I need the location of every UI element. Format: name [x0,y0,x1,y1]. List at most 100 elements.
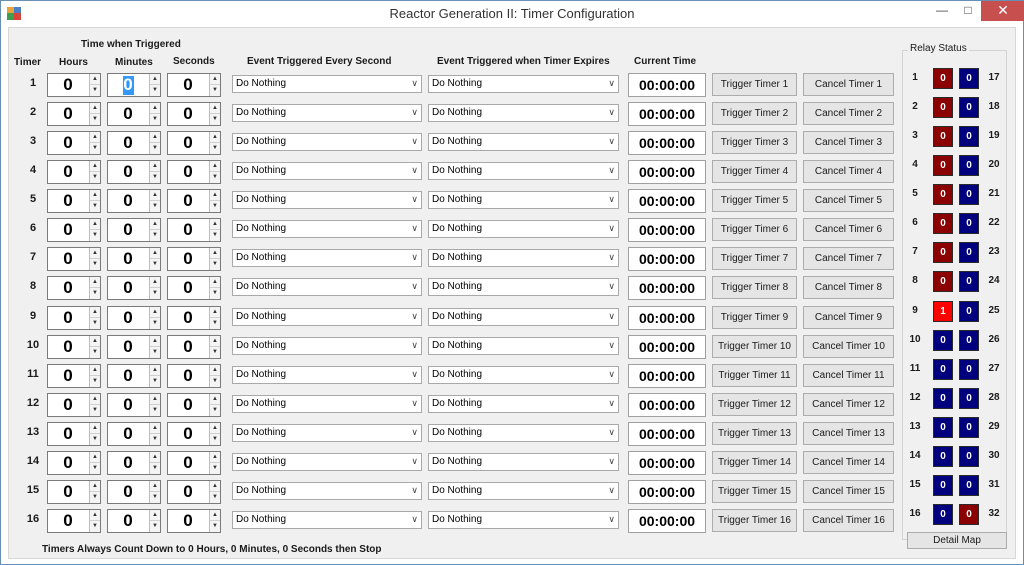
event-expire-dropdown[interactable]: Do Nothing ∨ [428,278,619,297]
minutes-value[interactable]: 0 [108,366,148,386]
event-second-dropdown[interactable]: Do Nothing ∨ [232,249,422,268]
minutes-value[interactable]: 0 [108,511,148,531]
minutes-spinner[interactable]: 0 ▲ ▼ [107,421,161,446]
spin-up-icon[interactable]: ▲ [210,248,220,260]
chevron-down-icon[interactable]: ∨ [411,78,418,89]
minimize-button[interactable]: — [929,1,955,21]
chevron-down-icon[interactable]: ∨ [411,281,418,292]
spin-down-icon[interactable]: ▼ [210,288,220,299]
hours-spinner[interactable]: 0 ▲ ▼ [47,509,101,534]
hours-value[interactable]: 0 [48,424,88,444]
minutes-spinner[interactable]: 0 ▲ ▼ [107,131,161,156]
hours-spinner[interactable]: 0 ▲ ▼ [47,421,101,446]
spin-up-icon[interactable]: ▲ [150,132,160,144]
spin-up-icon[interactable]: ▲ [210,510,220,522]
trigger-timer-button[interactable]: Trigger Timer 11 [712,363,797,387]
event-expire-dropdown[interactable]: Do Nothing ∨ [428,104,619,123]
trigger-timer-button[interactable]: Trigger Timer 16 [712,509,797,533]
trigger-timer-button[interactable]: Trigger Timer 12 [712,392,797,416]
seconds-spinner[interactable]: 0 ▲ ▼ [167,218,221,243]
spin-up-icon[interactable]: ▲ [210,336,220,347]
spin-up-icon[interactable]: ▲ [90,248,100,260]
trigger-timer-button[interactable]: Trigger Timer 2 [712,102,797,126]
seconds-value[interactable]: 0 [168,220,208,240]
seconds-value[interactable]: 0 [168,104,208,124]
hours-value[interactable]: 0 [48,75,88,95]
spin-down-icon[interactable]: ▼ [210,230,220,241]
spin-up-icon[interactable]: ▲ [90,394,100,405]
minutes-spinner[interactable]: 0 ▲ ▼ [107,450,161,475]
seconds-spinner[interactable]: 0 ▲ ▼ [167,102,221,127]
chevron-down-icon[interactable]: ∨ [411,252,418,263]
seconds-value[interactable]: 0 [168,482,208,502]
spin-down-icon[interactable]: ▼ [90,230,100,241]
minutes-value[interactable]: 0 [108,278,148,298]
chevron-down-icon[interactable]: ∨ [608,223,615,234]
seconds-value[interactable]: 0 [168,453,208,473]
minutes-value[interactable]: 0 [108,133,148,153]
chevron-down-icon[interactable]: ∨ [411,398,418,409]
spin-down-icon[interactable]: ▼ [210,85,220,96]
maximize-button[interactable]: □ [955,1,981,21]
spin-down-icon[interactable]: ▼ [210,318,220,329]
spin-down-icon[interactable]: ▼ [210,347,220,358]
spin-down-icon[interactable]: ▼ [150,259,160,270]
cancel-timer-button[interactable]: Cancel Timer 12 [803,392,894,416]
spin-down-icon[interactable]: ▼ [210,463,220,474]
spin-down-icon[interactable]: ▼ [150,114,160,125]
cancel-timer-button[interactable]: Cancel Timer 3 [803,131,894,155]
event-expire-dropdown[interactable]: Do Nothing ∨ [428,423,619,442]
event-second-dropdown[interactable]: Do Nothing ∨ [232,481,422,500]
spin-up-icon[interactable]: ▲ [210,423,220,434]
chevron-down-icon[interactable]: ∨ [608,281,615,292]
spin-up-icon[interactable]: ▲ [150,452,160,463]
cancel-timer-button[interactable]: Cancel Timer 2 [803,102,894,126]
event-second-dropdown[interactable]: Do Nothing ∨ [232,133,422,152]
hours-value[interactable]: 0 [48,133,88,153]
spin-up-icon[interactable]: ▲ [90,103,100,115]
spin-down-icon[interactable]: ▼ [150,521,160,532]
spin-up-icon[interactable]: ▲ [90,219,100,231]
hours-value[interactable]: 0 [48,482,88,502]
event-second-dropdown[interactable]: Do Nothing ∨ [232,365,422,384]
spin-up-icon[interactable]: ▲ [150,481,160,492]
seconds-spinner[interactable]: 0 ▲ ▼ [167,276,221,301]
hours-value[interactable]: 0 [48,278,88,298]
seconds-value[interactable]: 0 [168,337,208,357]
event-expire-dropdown[interactable]: Do Nothing ∨ [428,481,619,500]
seconds-spinner[interactable]: 0 ▲ ▼ [167,509,221,534]
spin-down-icon[interactable]: ▼ [210,201,220,212]
seconds-value[interactable]: 0 [168,249,208,269]
event-second-dropdown[interactable]: Do Nothing ∨ [232,104,422,123]
spin-down-icon[interactable]: ▼ [210,259,220,270]
spin-up-icon[interactable]: ▲ [150,423,160,434]
event-second-dropdown[interactable]: Do Nothing ∨ [232,162,422,181]
minutes-value[interactable]: 0 [108,104,148,124]
seconds-spinner[interactable]: 0 ▲ ▼ [167,247,221,272]
spin-down-icon[interactable]: ▼ [90,521,100,532]
spin-down-icon[interactable]: ▼ [90,201,100,212]
minutes-spinner[interactable]: 0 ▲ ▼ [107,305,161,330]
minutes-spinner[interactable]: 0 ▲ ▼ [107,276,161,301]
spin-up-icon[interactable]: ▲ [150,219,160,231]
seconds-spinner[interactable]: 0 ▲ ▼ [167,189,221,214]
spin-down-icon[interactable]: ▼ [90,288,100,299]
seconds-value[interactable]: 0 [168,75,208,95]
spin-up-icon[interactable]: ▲ [90,277,100,289]
spin-down-icon[interactable]: ▼ [150,143,160,154]
minutes-value[interactable]: 0 [108,395,148,415]
spin-down-icon[interactable]: ▼ [90,434,100,445]
spin-up-icon[interactable]: ▲ [150,74,160,85]
chevron-down-icon[interactable]: ∨ [411,485,418,496]
spin-down-icon[interactable]: ▼ [90,376,100,387]
cancel-timer-button[interactable]: Cancel Timer 16 [803,509,894,533]
event-expire-dropdown[interactable]: Do Nothing ∨ [428,220,619,239]
seconds-value[interactable]: 0 [168,308,208,328]
spin-down-icon[interactable]: ▼ [210,521,220,532]
seconds-spinner[interactable]: 0 ▲ ▼ [167,131,221,156]
seconds-value[interactable]: 0 [168,133,208,153]
chevron-down-icon[interactable]: ∨ [608,514,615,525]
chevron-down-icon[interactable]: ∨ [411,107,418,118]
spin-down-icon[interactable]: ▼ [150,347,160,358]
minutes-spinner[interactable]: 0 ▲ ▼ [107,479,161,504]
